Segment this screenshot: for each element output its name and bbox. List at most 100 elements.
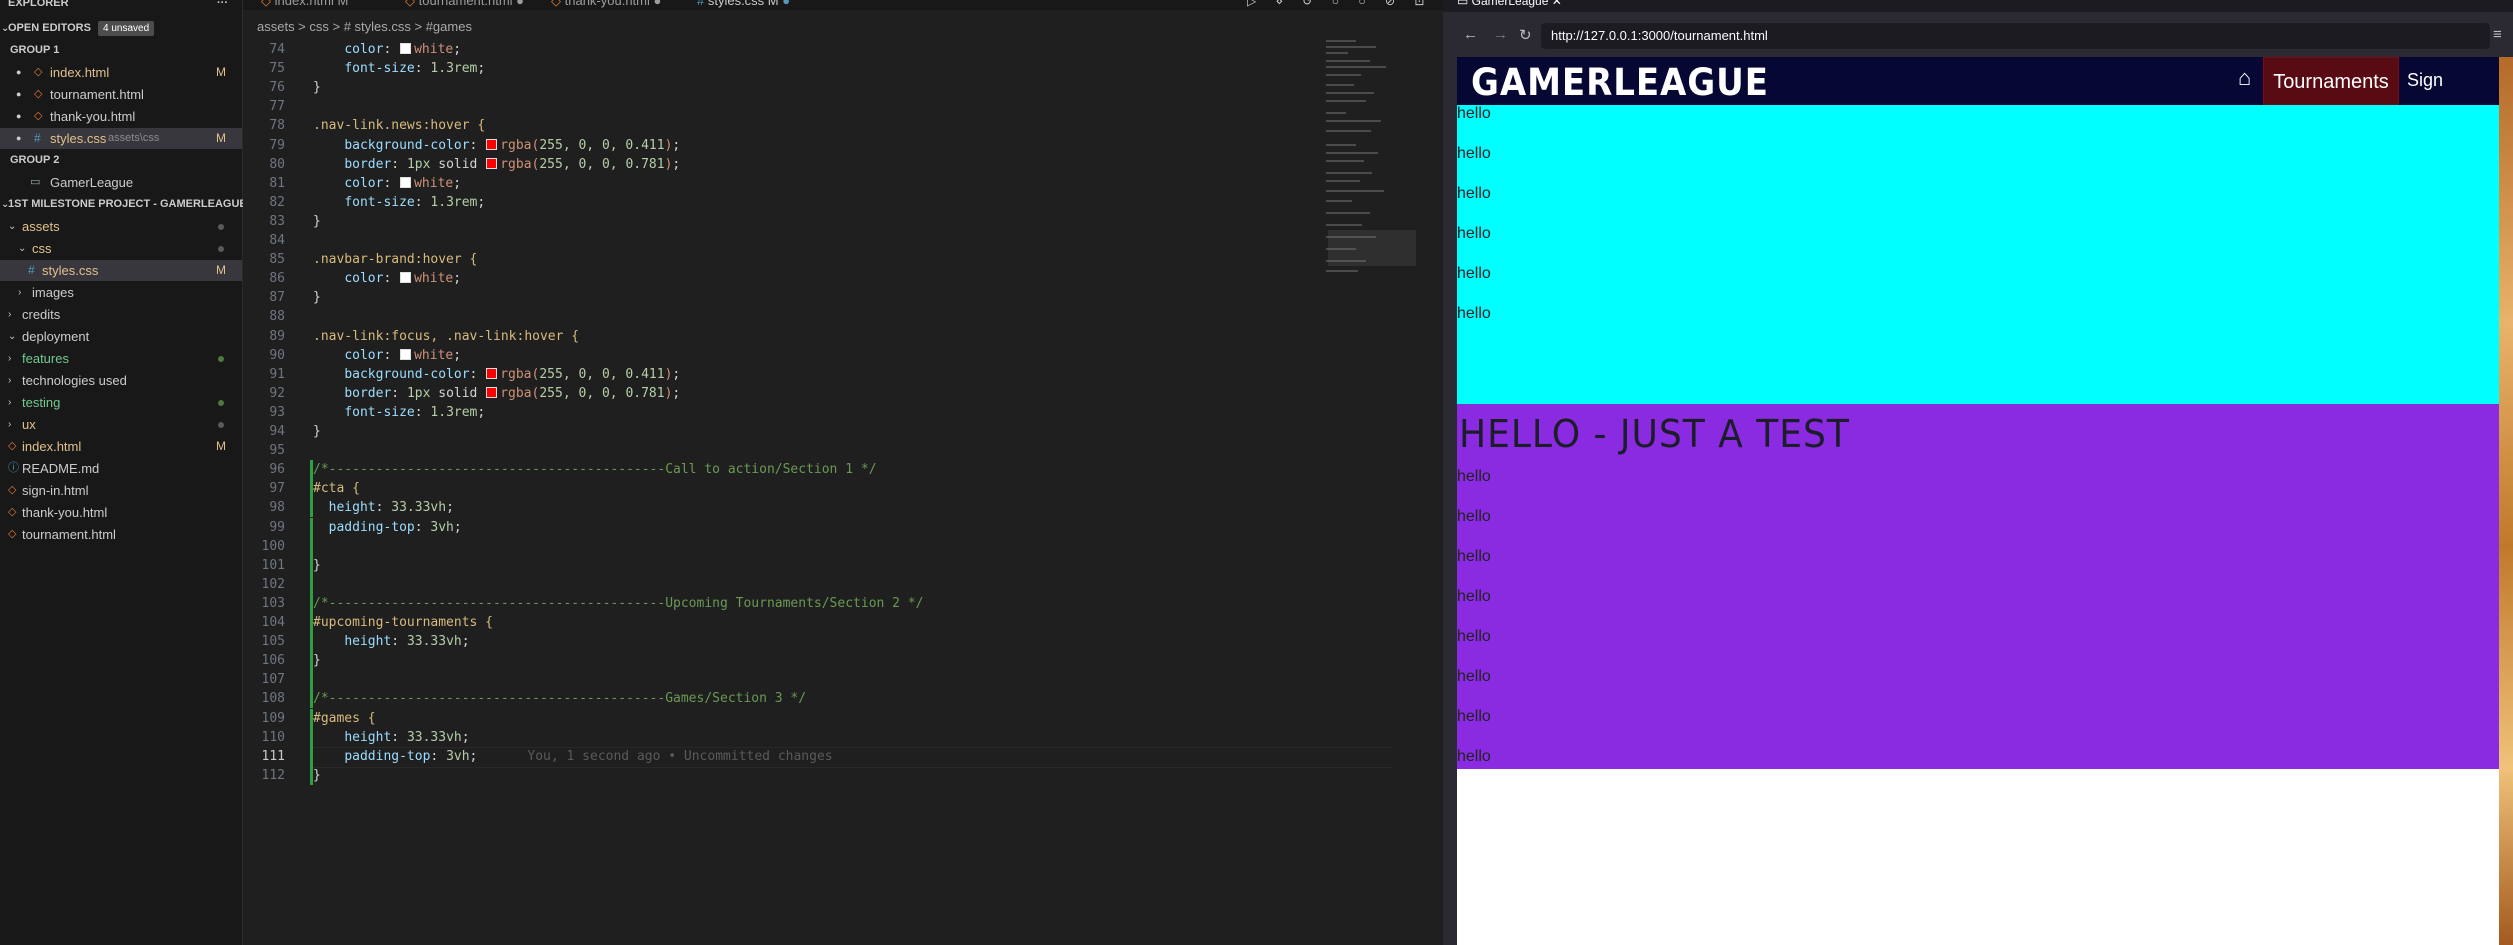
group1-header[interactable]: GROUP 1 [0,40,242,61]
unsaved-dot-icon[interactable]: ● [16,106,21,127]
open-editor-item[interactable]: ● ◇ tournament.html [0,84,242,105]
tree-item[interactable]: ◇ tournament.html [0,524,242,545]
minimap-viewport[interactable] [1328,230,1416,266]
unsaved-dot-icon[interactable]: ● [16,128,21,149]
code-line[interactable]: 101} [243,555,1343,575]
code-line[interactable]: 111 padding-top: 3vh; You, 1 second ago •… [243,746,1393,768]
code-line[interactable]: 106} [243,651,1343,671]
code-text[interactable]: color: white; [313,40,461,59]
code-line[interactable]: 84 [243,231,1343,250]
tab-styles-css[interactable]: # styles.css M ● [697,0,790,10]
tree-item[interactable]: ◇ thank-you.html [0,502,242,523]
code-line[interactable]: 76} [243,78,1343,97]
code-text[interactable]: .nav-link:focus, .nav-link:hover { [313,327,579,346]
tab-thank-you-html[interactable]: ◇ thank-you.html ● [551,0,661,10]
code-text[interactable]: } [313,422,321,441]
tree-item[interactable]: ⌄ assets [0,216,242,237]
code-text[interactable]: /*--------------------------------------… [313,689,806,708]
more-actions-icon[interactable]: ··· [217,0,228,14]
open-editor-item[interactable]: ● ◇ index.html M [0,62,242,83]
url-bar[interactable]: http://127.0.0.1:3000/tournament.html [1541,23,2490,49]
code-text[interactable]: background-color: rgba(255, 0, 0, 0.411)… [313,136,680,155]
code-line[interactable]: 98 height: 33.33vh; [243,498,1343,518]
tree-item[interactable]: › images [0,282,242,303]
code-line[interactable]: 94} [243,422,1343,441]
navbar-brand[interactable]: GAMERLEAGUE [1471,61,1769,104]
open-editor-item[interactable]: ● # styles.css assets\css M [0,128,242,149]
code-editor[interactable]: ◇ index.html M ◇ tournament.html ● ◇ tha… [243,0,1443,945]
code-line[interactable]: 107 [243,670,1343,690]
code-text[interactable]: /*--------------------------------------… [313,594,923,613]
tree-item[interactable]: › features [0,348,242,369]
code-text[interactable]: padding-top: 3vh; You, 1 second ago • Unc… [313,747,832,766]
home-icon[interactable]: ⌂ [2238,65,2251,91]
code-text[interactable]: background-color: rgba(255, 0, 0, 0.411)… [313,365,680,384]
forward-icon[interactable]: → [1493,26,1508,43]
unsaved-dot-icon[interactable]: ● [16,84,21,105]
code-line[interactable]: 91 background-color: rgba(255, 0, 0, 0.4… [243,365,1343,384]
code-line[interactable]: 95 [243,441,1343,460]
code-text[interactable]: .nav-link.news:hover { [313,116,485,135]
code-text[interactable]: #cta { [313,479,360,498]
code-line[interactable]: 88 [243,307,1343,326]
open-editors-header[interactable]: ⌄ OPEN EDITORS 4 unsaved [0,18,242,39]
code-text[interactable]: .navbar-brand:hover { [313,250,477,269]
code-line[interactable]: 81 color: white; [243,174,1343,193]
code-line[interactable]: 77 [243,97,1343,116]
code-text[interactable]: font-size: 1.3rem; [313,59,485,78]
code-line[interactable]: 103 /*-----------------------------------… [243,593,1343,613]
code-line[interactable]: 108 /*-----------------------------------… [243,689,1343,709]
reload-icon[interactable]: ↻ [1519,26,1532,44]
code-line[interactable]: 96 /*------------------------------------… [243,460,1343,480]
code-text[interactable]: color: white; [313,346,461,365]
tree-item[interactable]: # styles.css M [0,260,242,281]
code-text[interactable]: color: white; [313,174,461,193]
code-text[interactable]: } [313,651,321,670]
nav-tournaments[interactable]: Tournaments [2263,57,2399,105]
code-text[interactable]: } [313,288,321,307]
code-text[interactable]: padding-top: 3vh; [313,518,462,537]
code-line[interactable]: 79 background-color: rgba(255, 0, 0, 0.4… [243,136,1343,155]
code-text[interactable]: height: 33.33vh; [313,632,469,651]
code-line[interactable]: 86 color: white; [243,269,1343,288]
code-text[interactable]: /*--------------------------------------… [313,460,877,479]
tab-tournament-html[interactable]: ◇ tournament.html ● [405,0,524,10]
code-line[interactable]: 82 font-size: 1.3rem; [243,193,1343,212]
code-text[interactable]: border: 1px solid rgba(255, 0, 0, 0.781)… [313,384,680,403]
code-line[interactable]: 92 border: 1px solid rgba(255, 0, 0, 0.7… [243,384,1343,403]
code-line[interactable]: 74 color: white; [243,40,1343,59]
code-line[interactable]: 110 height: 33.33vh; [243,727,1343,747]
breadcrumb[interactable]: assets > css > # styles.css > #games [257,19,472,34]
group2-header[interactable]: GROUP 2 [0,150,242,171]
code-line[interactable]: 85 .navbar-brand:hover { [243,250,1343,269]
tree-item[interactable]: ⌄ deployment [0,326,242,347]
code-text[interactable]: color: white; [313,269,461,288]
code-line[interactable]: 104 #upcoming-tournaments { [243,613,1343,632]
code-line[interactable]: 105 height: 33.33vh; [243,632,1343,652]
code-line[interactable]: 112} [243,765,1343,785]
code-line[interactable]: 75 font-size: 1.3rem; [243,59,1343,78]
code-line[interactable]: 80 border: 1px solid rgba(255, 0, 0, 0.7… [243,155,1343,174]
unsaved-dot-icon[interactable]: ● [16,62,21,83]
tree-item[interactable]: › ux [0,414,242,435]
code-text[interactable]: border: 1px solid rgba(255, 0, 0, 0.781)… [313,155,680,174]
open-editor-item[interactable]: ● ◇ thank-you.html [0,106,242,127]
code-line[interactable]: 83} [243,212,1343,231]
tree-item[interactable]: ◇ index.html M [0,436,242,457]
editor-actions[interactable]: ▷ ⋄ ↺ ○ ○ ⊘ ⊡ ▣ ··· [1247,0,1443,10]
code-line[interactable]: 89 .nav-link:focus, .nav-link:hover { [243,327,1343,346]
code-line[interactable]: 97 #cta { [243,479,1343,499]
code-line[interactable]: 78 .nav-link.news:hover { [243,116,1343,135]
code-text[interactable]: } [313,556,321,575]
browser-tab[interactable]: ▭ GamerLeague ✕ [1457,0,1562,8]
code-text[interactable]: #games { [313,709,376,728]
code-line[interactable]: 109 #games { [243,708,1343,728]
back-icon[interactable]: ← [1463,26,1478,43]
tree-item[interactable]: ⓘ README.md [0,458,242,479]
code-text[interactable]: } [313,78,321,97]
code-text[interactable]: } [313,212,321,231]
code-text[interactable]: font-size: 1.3rem; [313,193,485,212]
code-line[interactable]: 102 [243,574,1343,594]
menu-icon[interactable]: ≡ [2493,26,2502,43]
tree-item[interactable]: › credits [0,304,242,325]
